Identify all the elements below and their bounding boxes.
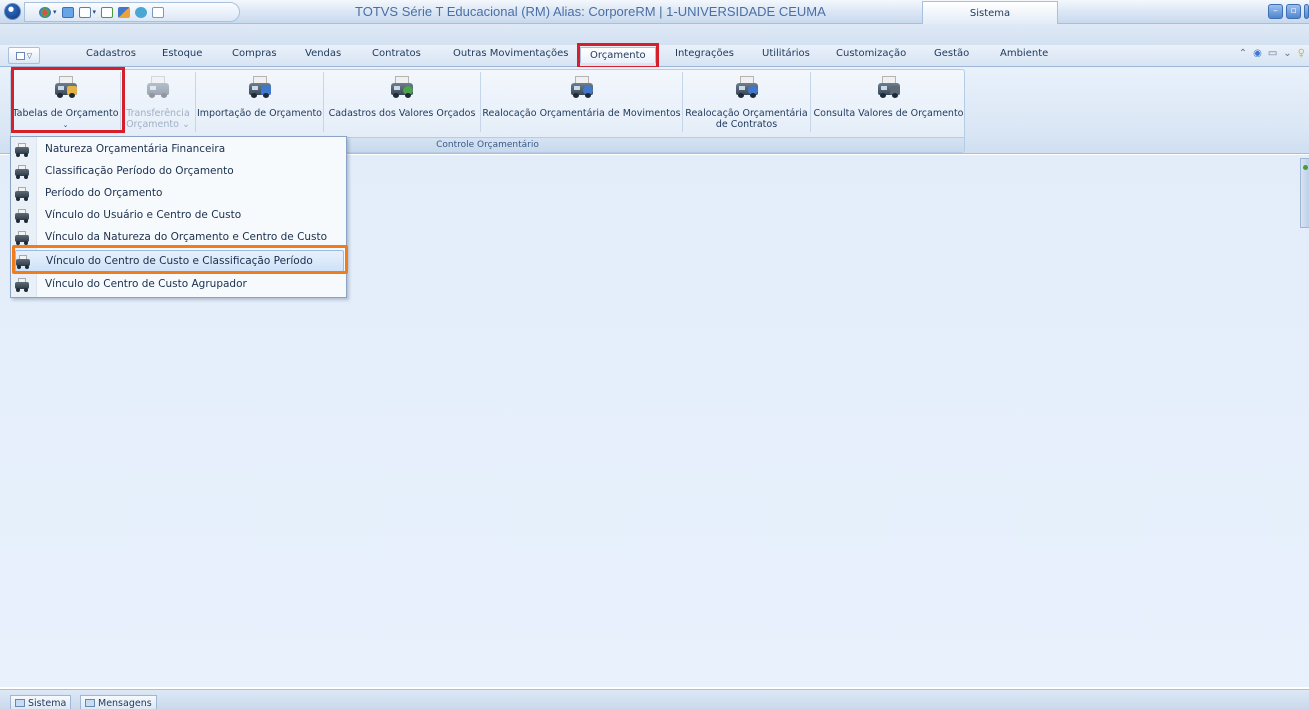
importacao-label: Importação de Orçamento bbox=[197, 108, 322, 119]
menu-item-label: Vínculo do Centro de Custo Agrupador bbox=[45, 278, 247, 290]
transferencia-orcamento-button[interactable]: Transferência Orçamento ⌄ bbox=[121, 72, 196, 132]
budget-table-icon bbox=[15, 231, 29, 245]
realocacao-contratos-sub: de Contratos bbox=[715, 119, 778, 130]
realocacao-contratos-label: Realocação Orçamentária bbox=[685, 108, 808, 119]
consulta-valores-button[interactable]: Consulta Valores de Orçamento bbox=[811, 72, 966, 132]
window-icon[interactable] bbox=[78, 6, 91, 18]
chevron-down-icon: ▽ bbox=[26, 51, 33, 60]
realocacao-movimentos-label: Realocação Orçamentária de Movimentos bbox=[482, 108, 681, 119]
tab-compras[interactable]: Compras bbox=[232, 48, 277, 59]
window-green-icon[interactable] bbox=[61, 6, 74, 18]
status-bar: Sistema Mensagens bbox=[0, 689, 1309, 709]
tab-ambiente[interactable]: Ambiente bbox=[1000, 48, 1048, 59]
context-tab-sistema[interactable]: Sistema bbox=[922, 1, 1058, 24]
monitor-icon bbox=[15, 699, 25, 707]
menu-item-vinculo-usuario[interactable]: Vínculo do Usuário e Centro de Custo bbox=[11, 205, 346, 227]
consulta-valores-label: Consulta Valores de Orçamento bbox=[813, 108, 964, 119]
panel-icon bbox=[15, 51, 25, 60]
globe-icon[interactable]: ◉ bbox=[1253, 48, 1262, 59]
transfer-icon bbox=[146, 76, 170, 98]
status-dot-icon bbox=[1303, 165, 1308, 170]
chevron-down-icon[interactable]: ⌄ bbox=[1283, 48, 1291, 59]
tools-icon[interactable] bbox=[118, 6, 131, 18]
highlight-orcamento-tab bbox=[577, 43, 659, 69]
highlight-vinculo-centro-custo bbox=[12, 245, 348, 274]
transferencia-sub-label: Orçamento ⌄ bbox=[126, 119, 190, 130]
importacao-de-orcamento-button[interactable]: Importação de Orçamento bbox=[196, 72, 324, 132]
tab-outras-movimentacoes[interactable]: Outras Movimentações bbox=[453, 48, 568, 59]
add-values-icon bbox=[390, 76, 414, 98]
realocacao-movimentos-button[interactable]: Realocação Orçamentária de Movimentos bbox=[481, 72, 683, 132]
minimize-icon[interactable]: – bbox=[1268, 4, 1283, 19]
highlight-tabelas-orcamento bbox=[11, 67, 125, 133]
chevron-down-icon[interactable]: ▾ bbox=[53, 8, 57, 16]
quick-access-toolbar: ▾ ▾ bbox=[24, 2, 240, 22]
app-orb-icon[interactable] bbox=[4, 3, 21, 20]
tab-integracoes[interactable]: Integrações bbox=[675, 48, 734, 59]
globe-icon[interactable] bbox=[135, 6, 148, 18]
export-icon[interactable] bbox=[101, 6, 114, 18]
collapse-ribbon-icon[interactable]: ⌃ bbox=[1239, 48, 1247, 59]
chevron-down-icon[interactable]: ▾ bbox=[93, 8, 97, 16]
tab-vendas[interactable]: Vendas bbox=[305, 48, 341, 59]
import-budget-icon bbox=[248, 76, 272, 98]
budget-table-icon bbox=[15, 187, 29, 201]
menu-item-classificacao-periodo[interactable]: Classificação Período do Orçamento bbox=[11, 161, 346, 183]
reallocate-contracts-icon bbox=[735, 76, 759, 98]
menu-item-label: Natureza Orçamentária Financeira bbox=[45, 143, 226, 155]
tab-customizacao[interactable]: Customização bbox=[836, 48, 906, 59]
menu-item-label: Classificação Período do Orçamento bbox=[45, 165, 234, 177]
budget-table-icon bbox=[15, 209, 29, 223]
tab-strip-spacer bbox=[0, 24, 1309, 45]
menu-item-natureza-orcamentaria[interactable]: Natureza Orçamentária Financeira bbox=[11, 139, 346, 161]
statusbar-sistema-button[interactable]: Sistema bbox=[10, 695, 72, 709]
ribbon-right-tools: ⌃ ◉ ▭ ⌄ ♀ bbox=[1239, 48, 1305, 59]
menu-item-label: Vínculo da Natureza do Orçamento e Centr… bbox=[45, 231, 328, 243]
reallocate-icon bbox=[570, 76, 594, 98]
statusbar-mensagens-button[interactable]: Mensagens bbox=[80, 695, 157, 709]
window-title: TOTVS Série T Educacional (RM) Alias: Co… bbox=[355, 4, 826, 19]
messages-icon bbox=[85, 699, 95, 707]
transferencia-label: Transferência bbox=[126, 108, 190, 119]
tab-cadastros[interactable]: Cadastros bbox=[86, 48, 136, 59]
tab-utilitarios[interactable]: Utilitários bbox=[762, 48, 810, 59]
budget-table-icon bbox=[15, 278, 29, 292]
menu-item-vinculo-centro-custo-agrupador[interactable]: Vínculo do Centro de Custo Agrupador bbox=[11, 274, 346, 296]
tab-gestao[interactable]: Gestão bbox=[934, 48, 969, 59]
restore-icon[interactable]: ▫ bbox=[1286, 4, 1301, 19]
window-icon[interactable]: ▭ bbox=[1268, 48, 1277, 59]
realocacao-contratos-button[interactable]: Realocação Orçamentária de Contratos bbox=[683, 72, 811, 132]
side-panel-handle[interactable] bbox=[1300, 158, 1309, 228]
budget-table-icon bbox=[15, 165, 29, 179]
document-icon[interactable] bbox=[152, 6, 165, 18]
cadastros-valores-label: Cadastros dos Valores Orçados bbox=[328, 108, 476, 119]
tab-contratos[interactable]: Contratos bbox=[372, 48, 421, 59]
statusbar-sistema-label: Sistema bbox=[28, 697, 67, 709]
statusbar-mensagens-label: Mensagens bbox=[98, 697, 152, 709]
palette-icon[interactable] bbox=[39, 6, 51, 18]
title-bar: ▾ ▾ TOTVS Série T Educacional (RM) Alias… bbox=[0, 0, 1309, 24]
view-toggle[interactable]: ▽ bbox=[8, 47, 40, 64]
close-icon[interactable] bbox=[1304, 4, 1309, 19]
query-values-icon bbox=[877, 76, 901, 98]
menu-item-label: Período do Orçamento bbox=[45, 187, 163, 199]
cadastros-valores-orcados-button[interactable]: Cadastros dos Valores Orçados bbox=[324, 72, 481, 132]
budget-table-icon bbox=[15, 143, 29, 157]
menu-item-periodo-orcamento[interactable]: Período do Orçamento bbox=[11, 183, 346, 205]
lightbulb-icon[interactable]: ♀ bbox=[1298, 48, 1305, 59]
menu-item-label: Vínculo do Usuário e Centro de Custo bbox=[45, 209, 242, 221]
tab-estoque[interactable]: Estoque bbox=[162, 48, 202, 59]
